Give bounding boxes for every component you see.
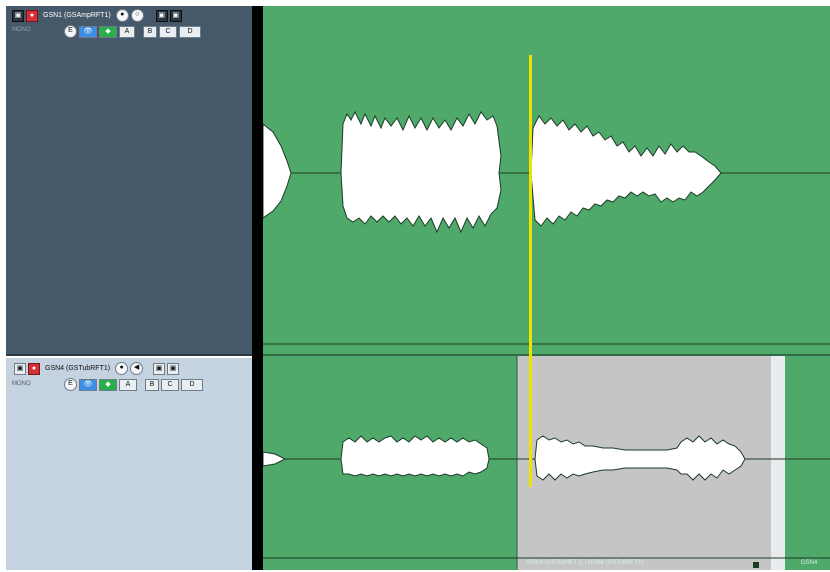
edit-icon[interactable]: E (64, 378, 77, 391)
waveform-clip-1 (263, 123, 292, 219)
clip-label-right[interactable]: GSN4 (801, 560, 817, 566)
waveform-clip-2 (340, 435, 490, 477)
track-name[interactable]: GSN1 (GSAmpRFT1) (43, 12, 111, 19)
io-button[interactable]: D (181, 378, 203, 391)
automation-button[interactable]: ◆ (99, 25, 117, 38)
track-name[interactable]: GSN4 (GSTubRFT1) (45, 365, 110, 372)
monitor-icon[interactable]: ○ (130, 9, 144, 22)
solo-button[interactable]: ▣ (155, 9, 168, 22)
sends-button[interactable]: C (159, 25, 177, 38)
view-eye-button[interactable]: 👁 (79, 25, 97, 38)
track-lane-1[interactable] (263, 6, 830, 354)
track-lane-2[interactable]: GSN4 (GSTubRFT1) | GSN4 (GSTubRFT1) GSN4 (263, 356, 830, 570)
edit-icon[interactable]: E (64, 25, 77, 38)
record-arm-button[interactable]: ● (26, 9, 38, 22)
freeze-button[interactable]: ▣ (169, 9, 182, 22)
daw-window: ▣ ● GSN1 (GSAmpRFT1) ● ○ ▣ ▣ MONO E 👁 ◆ … (0, 0, 830, 572)
track-mode: MONO (12, 27, 31, 33)
monitor-icon[interactable]: ◀ (130, 362, 144, 375)
io-button[interactable]: D (179, 25, 201, 38)
record-arm-button[interactable]: ● (28, 362, 40, 375)
freeze-button[interactable]: ▣ (167, 362, 180, 375)
header-lane-separator[interactable] (252, 6, 263, 570)
waveform-clip-1 (263, 451, 287, 467)
track-mode: MONO (12, 381, 31, 387)
eq-button[interactable]: A (119, 25, 135, 38)
waveform-track-2[interactable] (263, 356, 830, 570)
view-eye-button[interactable]: 👁 (79, 378, 97, 391)
mute-button[interactable]: ▣ (14, 362, 26, 375)
solo-button[interactable]: ▣ (153, 362, 166, 375)
waveform-track-1[interactable] (263, 6, 830, 354)
waveform-clip-2 (340, 110, 502, 234)
record-icon[interactable]: ● (115, 9, 129, 22)
waveform-clip-3 (530, 115, 722, 227)
clip-label-strip[interactable]: GSN4 (GSTubRFT1) | GSN4 (GSTubRFT1) (527, 560, 643, 566)
region-right-handle (771, 356, 785, 570)
track-header-2[interactable]: ▣ ● GSN4 (GSTubRFT1) ● ◀ ▣ ▣ MONO E 👁 ◆ … (6, 358, 252, 570)
automation-button[interactable]: ◆ (99, 378, 117, 391)
track-header-1[interactable]: ▣ ● GSN1 (GSAmpRFT1) ● ○ ▣ ▣ MONO E 👁 ◆ … (6, 6, 252, 356)
record-icon[interactable]: ● (115, 362, 129, 375)
fx-button[interactable]: B (145, 378, 159, 391)
playhead-cursor[interactable] (529, 55, 532, 487)
clip-menu-icon[interactable] (753, 562, 759, 568)
mute-button[interactable]: ▣ (12, 9, 24, 22)
eq-button[interactable]: A (119, 378, 137, 391)
fx-button[interactable]: B (143, 25, 157, 38)
sends-button[interactable]: C (161, 378, 179, 391)
